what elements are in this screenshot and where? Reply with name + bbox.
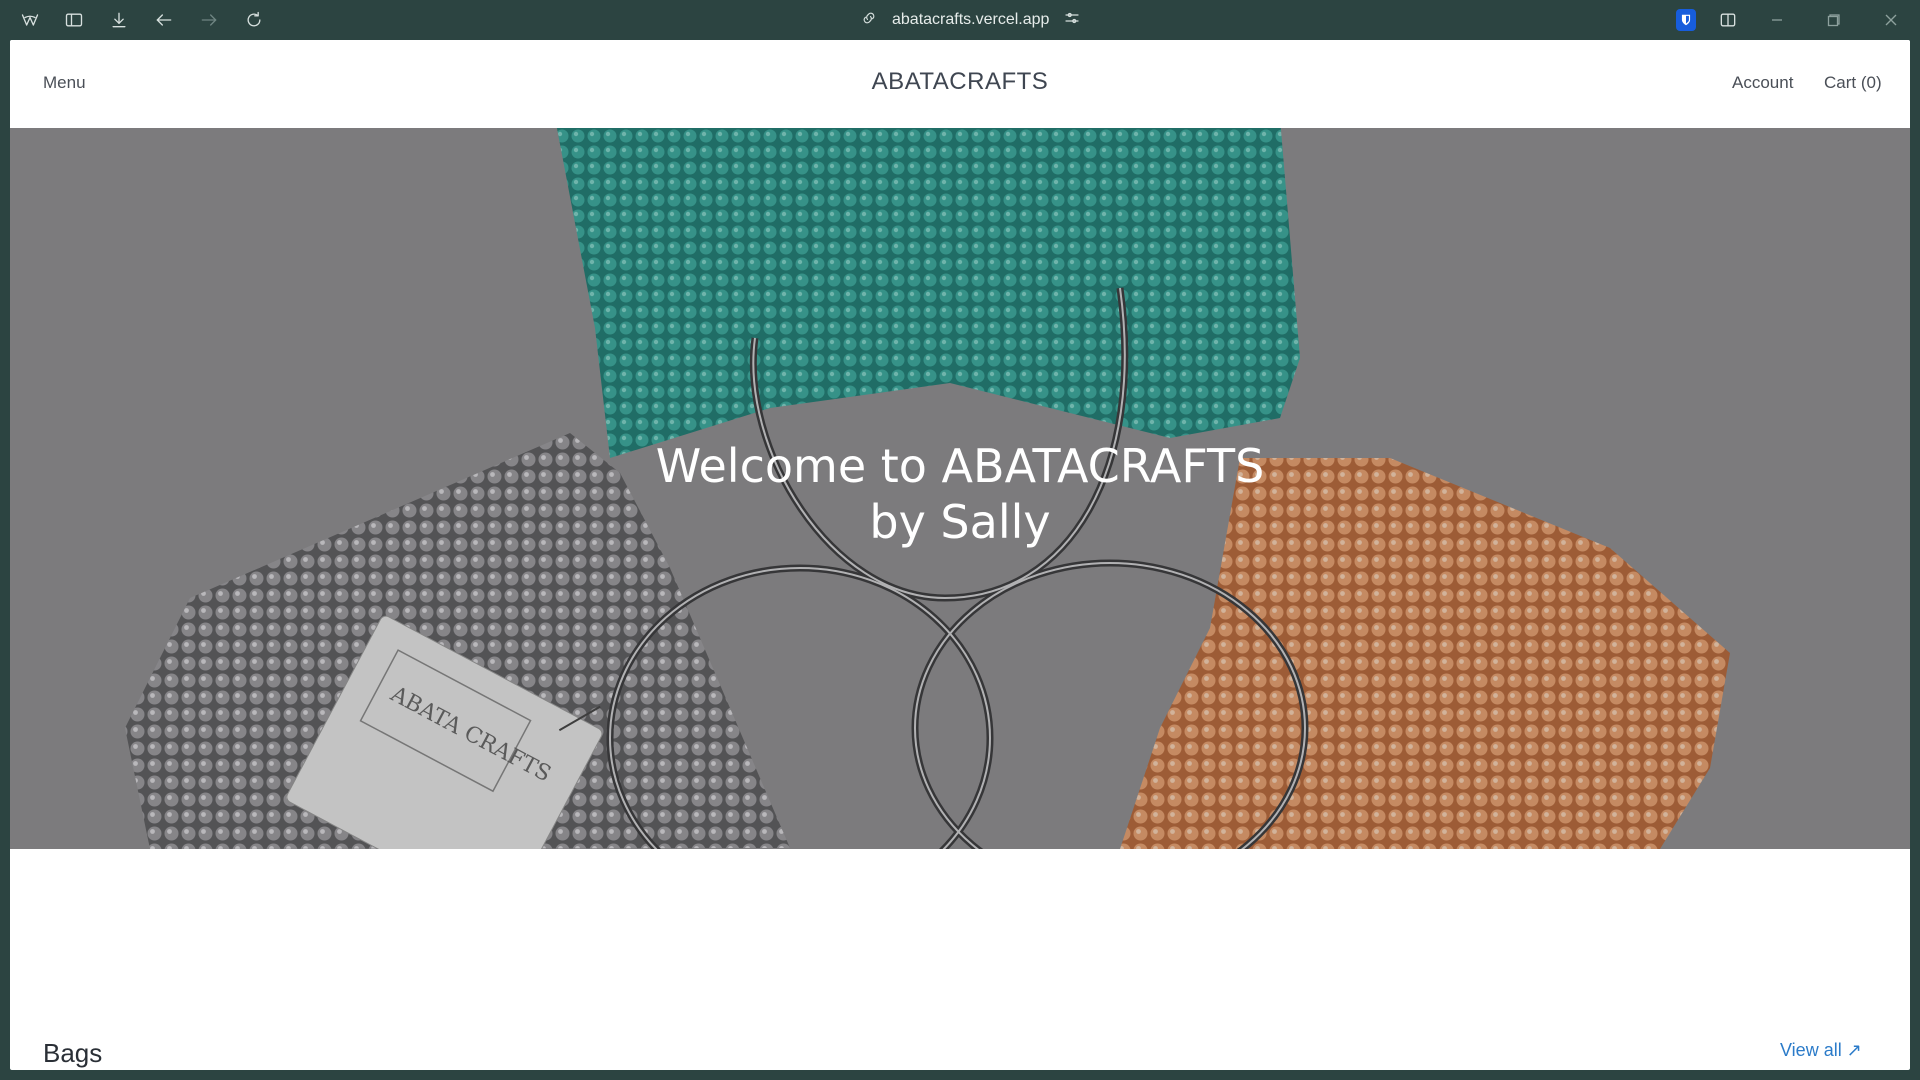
- hero-title-line-1: Welcome to ABATACRAFTS: [655, 439, 1265, 493]
- minimize-icon[interactable]: [1765, 8, 1789, 32]
- collection-header: Bags View all ↗: [10, 1038, 1910, 1070]
- browser-logo-icon[interactable]: [18, 8, 42, 32]
- sidebar-toggle-icon[interactable]: [62, 8, 86, 32]
- forward-arrow-icon[interactable]: [197, 8, 221, 32]
- brand-wrapper: ABATACRAFTS: [10, 68, 1910, 96]
- link-icon[interactable]: [860, 9, 878, 32]
- browser-toolbar: abatacrafts.vercel.app: [0, 0, 1920, 40]
- bitwarden-shield-icon[interactable]: [1676, 9, 1696, 31]
- view-all-label[interactable]: View all: [1780, 1040, 1842, 1060]
- menu-button[interactable]: Menu: [43, 73, 86, 93]
- back-arrow-icon[interactable]: [152, 8, 176, 32]
- split-view-icon[interactable]: [1716, 8, 1740, 32]
- cart-link[interactable]: Cart (0): [1824, 73, 1882, 93]
- page-viewport: Menu ABATACRAFTS Account Cart (0) ABATA …: [10, 40, 1910, 1070]
- download-icon[interactable]: [107, 8, 131, 32]
- sliders-icon[interactable]: [1063, 9, 1081, 32]
- maximize-icon[interactable]: [1822, 8, 1846, 32]
- view-all-link[interactable]: View all ↗: [1780, 1040, 1862, 1061]
- close-icon[interactable]: [1879, 8, 1903, 32]
- reload-icon[interactable]: [242, 8, 266, 32]
- hero-banner: ABATA CRAFTS Welcome to ABATACRAFTS by S…: [10, 128, 1910, 849]
- address-bar[interactable]: abatacrafts.vercel.app: [860, 6, 1081, 34]
- arrow-up-right-icon: ↗: [1846, 1040, 1862, 1060]
- hero-title: Welcome to ABATACRAFTS by Sally: [10, 438, 1910, 550]
- account-link[interactable]: Account: [1732, 73, 1793, 93]
- collection-title: Bags: [43, 1038, 103, 1068]
- brand-logo-text[interactable]: ABATACRAFTS: [872, 68, 1049, 95]
- url-text[interactable]: abatacrafts.vercel.app: [892, 11, 1049, 29]
- hero-title-line-2: by Sally: [869, 495, 1051, 549]
- site-header: Menu ABATACRAFTS Account Cart (0): [10, 40, 1910, 128]
